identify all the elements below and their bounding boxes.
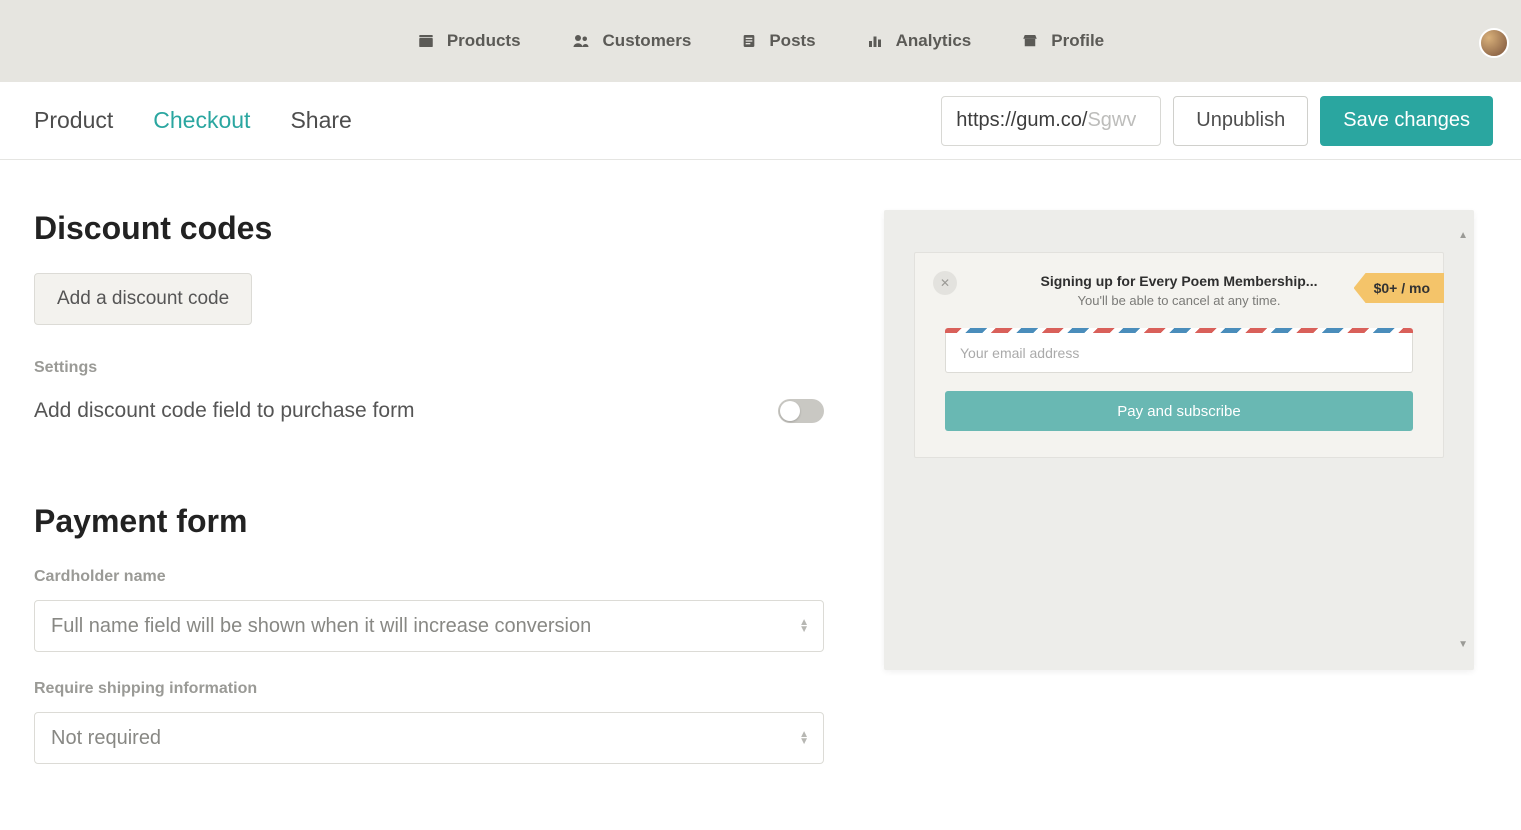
cardholder-name-select[interactable]: Full name field will be shown when it wi… — [34, 600, 824, 652]
close-icon[interactable]: ✕ — [933, 271, 957, 295]
save-changes-button[interactable]: Save changes — [1320, 96, 1493, 146]
add-discount-code-button[interactable]: Add a discount code — [34, 273, 252, 325]
nav-label: Customers — [603, 31, 692, 51]
discount-toggle-label: Add discount code field to purchase form — [34, 399, 415, 423]
discount-toggle-row: Add discount code field to purchase form — [34, 399, 824, 423]
nav-label: Analytics — [896, 31, 972, 51]
shipping-info-label: Require shipping information — [34, 680, 824, 698]
scroll-up-icon[interactable]: ▲ — [1458, 230, 1468, 241]
nav-customers[interactable]: Customers — [571, 31, 692, 51]
signup-subtitle: You'll be able to cancel at any time. — [985, 293, 1373, 308]
payment-form-title: Payment form — [34, 503, 824, 540]
store-icon — [1021, 32, 1039, 50]
top-nav-list: Products Customers Posts Analytics Profi… — [417, 31, 1104, 51]
price-tag: $0+ / mo — [1354, 273, 1444, 303]
chevrons-icon: ▲▼ — [799, 619, 809, 633]
email-placeholder: Your email address — [960, 345, 1079, 361]
email-field[interactable]: Your email address — [945, 333, 1413, 373]
box-icon — [417, 32, 435, 50]
url-prefix: https://gum.co/ — [956, 109, 1087, 132]
select-value: Not required — [51, 727, 161, 750]
select-value: Full name field will be shown when it wi… — [51, 615, 591, 638]
tab-share[interactable]: Share — [290, 107, 351, 134]
url-input[interactable]: https://gum.co/Sgwv — [941, 96, 1161, 146]
sub-header: Product Checkout Share https://gum.co/Sg… — [0, 82, 1521, 160]
nav-label: Profile — [1051, 31, 1104, 51]
discount-toggle[interactable] — [778, 399, 824, 423]
signup-title: Signing up for Every Poem Membership... — [985, 273, 1373, 289]
url-slug: Sgwv — [1087, 109, 1136, 132]
preview-panel: ▲ ✕ $0+ / mo Signing up for Every Poem M… — [884, 210, 1474, 670]
shipping-info-select[interactable]: Not required ▲▼ — [34, 712, 824, 764]
settings-label: Settings — [34, 359, 824, 377]
avatar[interactable] — [1479, 28, 1509, 58]
sub-tabs: Product Checkout Share — [34, 107, 352, 134]
nav-posts[interactable]: Posts — [741, 31, 815, 51]
header-controls: https://gum.co/Sgwv Unpublish Save chang… — [941, 96, 1493, 146]
tab-checkout[interactable]: Checkout — [153, 107, 250, 134]
nav-analytics[interactable]: Analytics — [866, 31, 972, 51]
nav-products[interactable]: Products — [417, 31, 521, 51]
chevrons-icon: ▲▼ — [799, 731, 809, 745]
discount-codes-title: Discount codes — [34, 210, 824, 247]
pay-subscribe-button[interactable]: Pay and subscribe — [945, 391, 1413, 431]
unpublish-button[interactable]: Unpublish — [1173, 96, 1308, 146]
tab-product[interactable]: Product — [34, 107, 113, 134]
scroll-down-icon[interactable]: ▼ — [1458, 639, 1468, 650]
people-icon — [571, 32, 591, 50]
left-column: Discount codes Add a discount code Setti… — [34, 210, 824, 764]
main-content: Discount codes Add a discount code Setti… — [0, 160, 1521, 764]
top-navbar: Products Customers Posts Analytics Profi… — [0, 0, 1521, 82]
bars-icon — [866, 32, 884, 50]
nav-profile[interactable]: Profile — [1021, 31, 1104, 51]
checkout-preview-card: ✕ $0+ / mo Signing up for Every Poem Mem… — [914, 252, 1444, 458]
nav-label: Posts — [769, 31, 815, 51]
cardholder-name-label: Cardholder name — [34, 568, 824, 586]
doc-icon — [741, 32, 757, 50]
preview-column: ▲ ✕ $0+ / mo Signing up for Every Poem M… — [884, 210, 1474, 764]
nav-label: Products — [447, 31, 521, 51]
